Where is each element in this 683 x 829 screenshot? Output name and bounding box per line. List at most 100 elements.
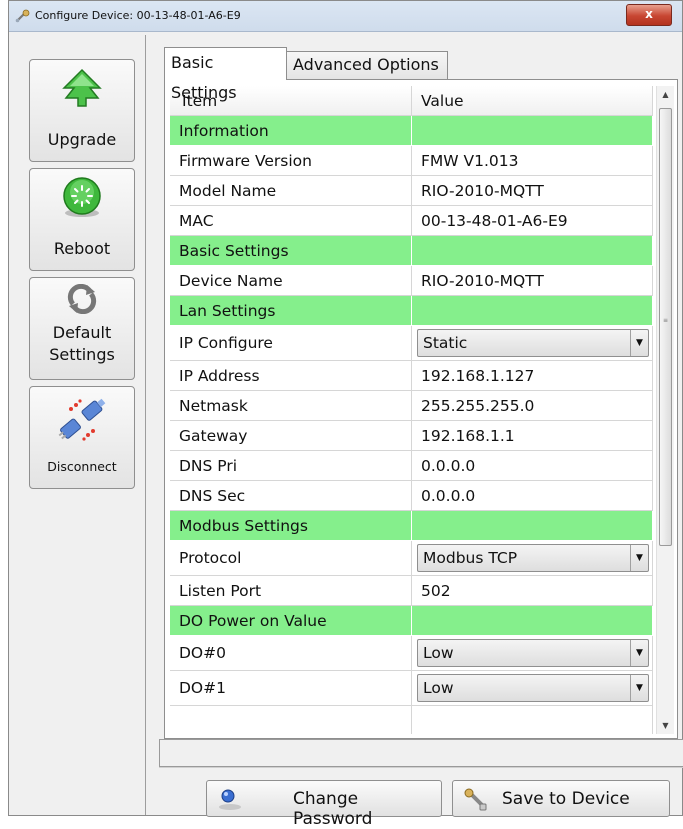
value-dropdown[interactable]: Modbus TCP ▼ (417, 544, 649, 572)
unplug-icon (58, 398, 106, 441)
grid-scrollbar[interactable]: ▲ ≡ ▼ (656, 86, 674, 734)
tab-advanced-options[interactable]: Advanced Options (286, 51, 448, 79)
property-value (412, 706, 653, 734)
default-settings-button[interactable]: Default Settings (29, 277, 135, 380)
value-dropdown[interactable]: Low ▼ (417, 674, 649, 702)
property-value[interactable]: 192.168.1.127 (412, 361, 653, 391)
default-settings-label: Default Settings (30, 322, 134, 366)
property-name: DO#1 (170, 671, 412, 706)
property-row[interactable]: Netmask 255.255.255.0 (170, 391, 653, 421)
reboot-label: Reboot (53, 239, 111, 258)
user-key-icon (219, 789, 241, 810)
property-name: Firmware Version (170, 146, 412, 176)
title-bar[interactable]: Configure Device: 00-13-48-01-A6-E9 x (9, 1, 682, 32)
section-header-row: Lan Settings (170, 296, 653, 326)
chevron-down-icon[interactable]: ▼ (630, 675, 648, 701)
property-value[interactable]: 0.0.0.0 (412, 481, 653, 511)
value-column-header: Value (412, 86, 653, 116)
property-name: Netmask (170, 391, 412, 421)
section-header-row: Modbus Settings (170, 511, 653, 541)
section-value-cell (412, 511, 653, 541)
property-value[interactable]: 0.0.0.0 (412, 451, 653, 481)
value-dropdown[interactable]: Static ▼ (417, 329, 649, 357)
default-settings-label-line2: Settings (49, 345, 115, 364)
property-name (170, 706, 412, 734)
property-value[interactable]: 255.255.255.0 (412, 391, 653, 421)
property-row[interactable]: Protocol Modbus TCP ▼ (170, 541, 653, 576)
property-value-cell: Modbus TCP ▼ (412, 541, 653, 576)
property-value[interactable]: 192.168.1.1 (412, 421, 653, 451)
save-to-device-button[interactable]: Save to Device (452, 780, 670, 817)
property-value[interactable]: FMW V1.013 (412, 146, 653, 176)
property-value[interactable]: RIO-2010-MQTT (412, 176, 653, 206)
section-value-cell (412, 236, 653, 266)
section-title: Lan Settings (170, 296, 412, 326)
property-row[interactable]: DO#0 Low ▼ (170, 636, 653, 671)
change-password-button[interactable]: Change Password (206, 780, 442, 829)
property-row[interactable]: Listen Port 502 (170, 576, 653, 606)
property-name: Gateway (170, 421, 412, 451)
property-row[interactable]: DNS Sec 0.0.0.0 (170, 481, 653, 511)
property-row[interactable]: DNS Pri 0.0.0.0 (170, 451, 653, 481)
property-value-cell: Static ▼ (412, 326, 653, 361)
dropdown-selected-value: Modbus TCP (423, 549, 518, 567)
status-bar (159, 739, 683, 767)
section-title: Basic Settings (170, 236, 412, 266)
property-name: Device Name (170, 266, 412, 296)
section-title: DO Power on Value (170, 606, 412, 636)
chevron-down-icon[interactable]: ▼ (630, 330, 648, 356)
green-up-arrow-icon (62, 68, 102, 107)
property-name: Protocol (170, 541, 412, 576)
property-row[interactable]: IP Configure Static ▼ (170, 326, 653, 361)
change-password-label: Change Password (293, 789, 373, 829)
property-value-cell: Low ▼ (412, 636, 653, 671)
property-row[interactable]: Model Name RIO-2010-MQTT (170, 176, 653, 206)
property-name: MAC (170, 206, 412, 236)
grid-header-row: Item Value (170, 86, 653, 116)
property-name: IP Address (170, 361, 412, 391)
property-value[interactable]: 00-13-48-01-A6-E9 (412, 206, 653, 236)
property-row[interactable]: Gateway 192.168.1.1 (170, 421, 653, 451)
scroll-up-icon[interactable]: ▲ (657, 86, 674, 103)
grip-icon: ≡ (663, 317, 669, 324)
wrench-icon (15, 9, 30, 23)
green-power-icon (63, 177, 101, 217)
disconnect-button[interactable]: Disconnect (29, 386, 135, 489)
section-value-cell (412, 606, 653, 636)
dropdown-selected-value: Static (423, 334, 468, 352)
footer-divider (159, 767, 683, 768)
section-header-row: DO Power on Value (170, 606, 653, 636)
default-settings-label-line1: Default (52, 323, 112, 342)
wrench-icon (464, 788, 487, 811)
property-row[interactable]: IP Address 192.168.1.127 (170, 361, 653, 391)
property-name: DNS Sec (170, 481, 412, 511)
value-dropdown[interactable]: Low ▼ (417, 639, 649, 667)
refresh-arrows-icon (67, 284, 97, 314)
property-row[interactable]: Firmware Version FMW V1.013 (170, 146, 653, 176)
section-header-row: Basic Settings (170, 236, 653, 266)
dropdown-selected-value: Low (423, 644, 454, 662)
configure-device-window: Configure Device: 00-13-48-01-A6-E9 x Up… (8, 0, 683, 829)
scroll-thumb[interactable]: ≡ (659, 108, 672, 546)
property-name: Listen Port (170, 576, 412, 606)
reboot-button[interactable]: Reboot (29, 168, 135, 271)
property-value[interactable]: RIO-2010-MQTT (412, 266, 653, 296)
scroll-down-icon[interactable]: ▼ (657, 717, 674, 734)
section-value-cell (412, 116, 653, 146)
section-value-cell (412, 296, 653, 326)
section-header-row: Information (170, 116, 653, 146)
close-button[interactable]: x (626, 4, 672, 26)
property-row[interactable]: MAC 00-13-48-01-A6-E9 (170, 206, 653, 236)
tab-basic-settings[interactable]: Basic Settings (164, 47, 287, 102)
property-row (170, 706, 653, 734)
property-row[interactable]: DO#1 Low ▼ (170, 671, 653, 706)
chevron-down-icon[interactable]: ▼ (630, 640, 648, 666)
property-row[interactable]: Device Name RIO-2010-MQTT (170, 266, 653, 296)
property-name: DO#0 (170, 636, 412, 671)
chevron-down-icon[interactable]: ▼ (630, 545, 648, 571)
upgrade-button[interactable]: Upgrade (29, 59, 135, 162)
upgrade-label: Upgrade (47, 130, 117, 149)
property-name: IP Configure (170, 326, 412, 361)
property-value[interactable]: 502 (412, 576, 653, 606)
save-to-device-label: Save to Device (502, 789, 630, 809)
